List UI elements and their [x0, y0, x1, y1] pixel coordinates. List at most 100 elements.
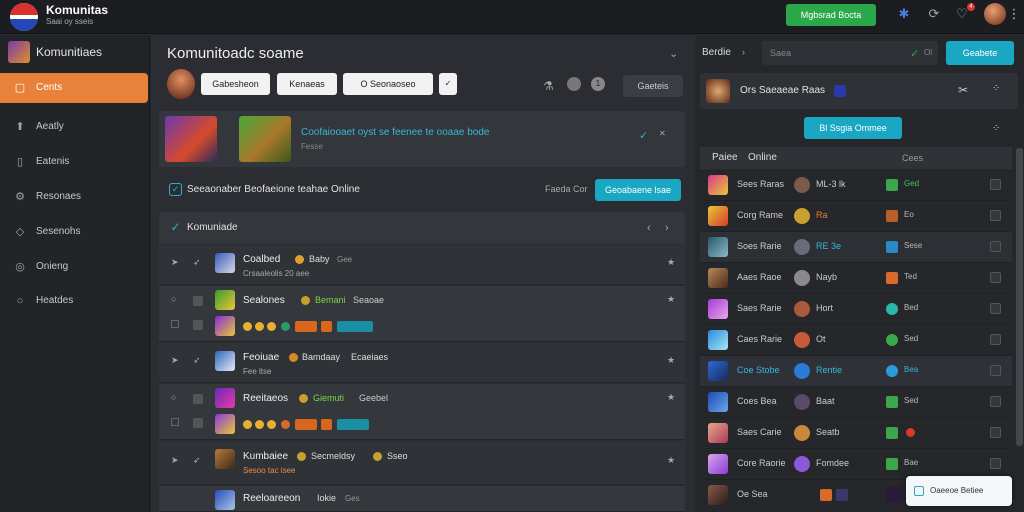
- join-button[interactable]: Bl Ssgia Ommee: [804, 117, 902, 139]
- row-name: Corg Rame: [737, 210, 784, 220]
- list-item[interactable]: ➤ ➶ Coalbed Baby Gee Crsaaleolis 20 aee …: [159, 245, 685, 285]
- game-icon: [215, 253, 235, 273]
- row-checkbox[interactable]: [990, 427, 1001, 438]
- filter-pill[interactable]: Kenaeas: [277, 73, 337, 95]
- sidebar-item-aeatly[interactable]: ⬆ Aeatly: [0, 112, 148, 142]
- row-checkbox[interactable]: [990, 179, 1001, 190]
- online-checkbox[interactable]: ✓: [169, 183, 182, 196]
- right-action-button[interactable]: Geabete: [946, 41, 1014, 65]
- chevron-left-icon[interactable]: ‹: [647, 222, 651, 234]
- chevron-down-icon[interactable]: ⌄: [669, 47, 678, 60]
- featured-banner[interactable]: Coofaiooaet oyst se feenee te ooaae bode…: [159, 111, 685, 167]
- pin-icon[interactable]: ➤: [171, 257, 179, 268]
- row-checkbox[interactable]: [990, 365, 1001, 376]
- list-item[interactable]: ➤ ➶ Feoiuae Bamdaay Ecaeiaes Fee ltse ★: [159, 343, 685, 383]
- share-icon[interactable]: ➶: [193, 355, 201, 366]
- grid-icon[interactable]: ⁘: [992, 83, 1000, 94]
- sidebar-item-resonaes[interactable]: ⚙ Resonaes: [0, 182, 148, 212]
- star-icon[interactable]: ★: [667, 257, 675, 268]
- list-item[interactable]: Reeloareeon Iokie Ges: [159, 486, 685, 512]
- sidebar-item-sesenohs[interactable]: ◇ Sesenohs: [0, 217, 148, 247]
- refresh-icon[interactable]: ⟳: [926, 6, 942, 22]
- close-icon[interactable]: ✕: [659, 129, 666, 138]
- radio-icon[interactable]: ○: [171, 392, 176, 402]
- list-item[interactable]: ○ Sealones Bemani Seaoae ★: [159, 286, 685, 342]
- row-checkbox[interactable]: [990, 241, 1001, 252]
- sidebar-title: Komunitiaes: [36, 45, 103, 59]
- diamond-icon: ◇: [15, 226, 25, 238]
- sidebar-item-cents[interactable]: ▢ Cents: [0, 73, 148, 103]
- table-row[interactable]: Coe Stobe Rentie Bea: [700, 356, 1012, 387]
- tools-icon[interactable]: ✂: [958, 83, 968, 97]
- up-arrow-icon: ⬆: [15, 121, 25, 133]
- row-checkbox[interactable]: [990, 210, 1001, 221]
- list-item[interactable]: ○ Reeitaeos Giemuti Geebel ★: [159, 384, 685, 440]
- brand-subtitle: Saai oy sseis: [46, 17, 94, 26]
- online-action-button[interactable]: Geoabaene lsae: [595, 179, 681, 201]
- sidebar-item-eatenis[interactable]: ▯ Eatenis: [0, 147, 148, 177]
- puzzle-icon[interactable]: ✱: [896, 6, 912, 22]
- row-checkbox[interactable]: [171, 320, 179, 328]
- check-icon[interactable]: ✓: [439, 73, 457, 95]
- sidebar-item-onieng[interactable]: ◎ Onieng: [0, 252, 148, 282]
- row-checkbox[interactable]: [990, 396, 1001, 407]
- table-row[interactable]: Aaes Raoe Nayb Ted: [700, 263, 1012, 294]
- row-checkbox[interactable]: [193, 320, 203, 330]
- sidebar-item-heatdes[interactable]: ○ Heatdes: [0, 286, 148, 316]
- row-checkbox[interactable]: [990, 303, 1001, 314]
- game-thumbnail[interactable]: [239, 116, 291, 162]
- chevron-right-icon[interactable]: ›: [742, 47, 745, 57]
- row-tag: Giemuti: [313, 393, 345, 403]
- table-row[interactable]: Corg Rame Ra Eo: [700, 201, 1012, 232]
- star-icon[interactable]: ★: [667, 355, 675, 366]
- grid-icon[interactable]: ⁘: [992, 123, 1000, 134]
- user-avatar[interactable]: [984, 3, 1006, 25]
- star-icon[interactable]: ★: [667, 294, 675, 305]
- share-icon[interactable]: ➶: [193, 455, 201, 466]
- check-icon[interactable]: ✓: [169, 221, 182, 235]
- row-checkbox[interactable]: [193, 394, 203, 404]
- table-row[interactable]: Saes Rarie Hort Bed: [700, 294, 1012, 325]
- game-thumbnail[interactable]: [165, 116, 217, 162]
- table-row[interactable]: Sees Raras ML-3 lk Ged: [700, 170, 1012, 201]
- star-icon[interactable]: ★: [667, 392, 675, 403]
- row-status: Sed: [904, 396, 919, 405]
- row-checkbox[interactable]: [990, 272, 1001, 283]
- status-icon: [886, 303, 898, 315]
- table-row[interactable]: Coes Bea Baat Sed: [700, 387, 1012, 418]
- table-row[interactable]: Saes Carie Seatb: [700, 418, 1012, 449]
- avatar: [794, 425, 810, 441]
- filter-pill[interactable]: Gabesheon: [201, 73, 270, 95]
- pin-icon[interactable]: ➤: [171, 355, 179, 366]
- row-checkbox[interactable]: [990, 458, 1001, 469]
- clock-icon[interactable]: [567, 77, 581, 91]
- row-name: Oe Sea: [737, 489, 768, 499]
- row-checkbox[interactable]: [990, 334, 1001, 345]
- share-icon[interactable]: ➶: [193, 257, 201, 268]
- bag-icon[interactable]: ⚗: [543, 79, 554, 93]
- top-cta-button[interactable]: Mgbsrad Bocta: [786, 4, 876, 26]
- star-icon[interactable]: ★: [667, 455, 675, 466]
- row-checkbox[interactable]: [193, 296, 203, 306]
- game-icon: [215, 351, 235, 371]
- table-row[interactable]: Soes Rarie RE 3e Sese: [700, 232, 1012, 263]
- circle-icon: ◎: [15, 261, 25, 273]
- more-icon[interactable]: ⋮: [1006, 6, 1022, 22]
- controls-button[interactable]: Gaeteis: [623, 75, 683, 97]
- row-checkbox[interactable]: [171, 418, 179, 426]
- notification-toast[interactable]: Oaeeoe Betiee: [906, 476, 1012, 506]
- info-icon[interactable]: 1: [591, 77, 605, 91]
- status-icon: [373, 452, 382, 461]
- level-tag: [295, 419, 317, 430]
- pin-icon[interactable]: ➤: [171, 455, 179, 466]
- filter-pill[interactable]: O Seonaoseo: [343, 73, 433, 95]
- table-row[interactable]: Caes Rarie Ot Sed: [700, 325, 1012, 356]
- status-icon: [886, 427, 898, 439]
- list-item[interactable]: ➤ ➶ Kumbaiee Secmeldsy Sseo Sesoo tac is…: [159, 441, 685, 485]
- game-icon: [708, 392, 728, 412]
- chevron-right-icon[interactable]: ›: [665, 222, 669, 234]
- radio-icon[interactable]: ○: [171, 294, 176, 304]
- row-checkbox[interactable]: [193, 418, 203, 428]
- scrollbar[interactable]: [1016, 148, 1023, 446]
- server-card[interactable]: Ors Saeaeae Raas ✂ ⁘: [700, 73, 1018, 109]
